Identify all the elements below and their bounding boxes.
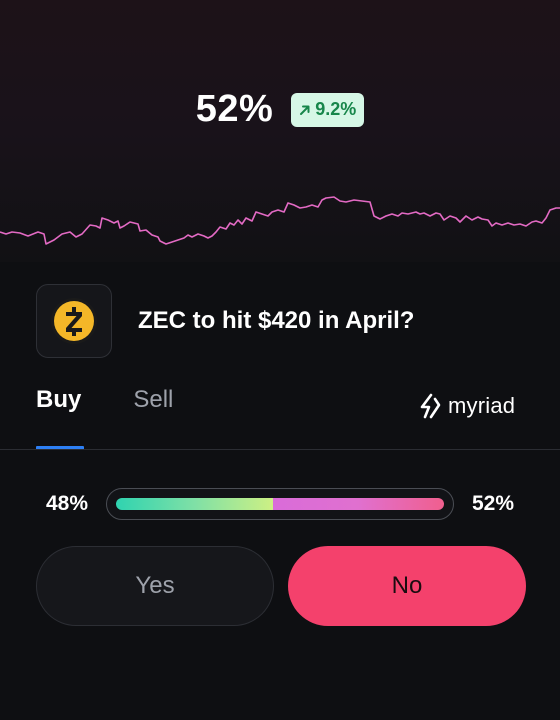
price-line-chart <box>0 196 560 245</box>
no-button[interactable]: No <box>288 546 526 626</box>
outcome-buttons: Yes No <box>36 546 526 626</box>
no-odds-label: 52% <box>471 492 514 515</box>
odds-bar <box>106 488 454 520</box>
probability-header: 52% 9.2% <box>0 88 560 131</box>
trade-tabs: Buy Sell <box>36 386 173 424</box>
tabs-divider <box>0 449 560 450</box>
yes-odds-segment <box>116 498 274 510</box>
myriad-logo-icon <box>420 393 441 419</box>
brand-name: myriad <box>448 393 516 418</box>
price-history-chart <box>0 0 560 262</box>
tab-sell[interactable]: Sell <box>133 386 173 424</box>
market-title: ZEC to hit $420 in April? <box>138 307 415 334</box>
zcash-icon <box>51 298 97 344</box>
odds-fill <box>116 498 444 510</box>
tab-buy[interactable]: Buy <box>36 386 81 424</box>
odds-row: 48% 52% <box>36 488 524 520</box>
yes-odds-label: 48% <box>46 492 89 515</box>
change-badge: 9.2% <box>291 92 365 127</box>
brand-logo: myriad <box>418 393 515 419</box>
price-history-line <box>0 196 560 245</box>
yes-button[interactable]: Yes <box>36 546 274 626</box>
arrow-up-right-icon <box>300 105 310 115</box>
no-odds-segment <box>273 498 444 510</box>
coin-avatar <box>36 284 112 358</box>
change-value: 9.2% <box>315 99 357 119</box>
market-header: ZEC to hit $420 in April? <box>36 284 414 358</box>
probability-value: 52% <box>195 88 274 130</box>
